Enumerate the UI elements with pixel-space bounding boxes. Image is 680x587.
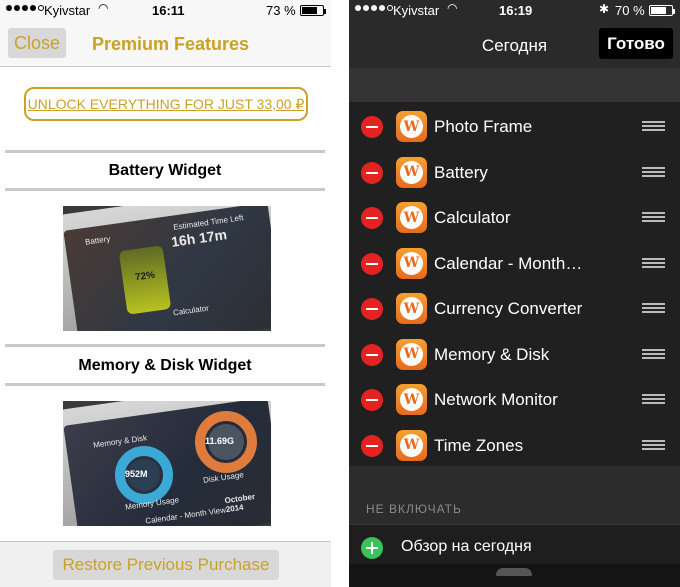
widget-row[interactable]: W Calendar - Month… xyxy=(349,241,680,287)
divider xyxy=(5,188,325,191)
battery-widget-preview-image: Battery Estimated Time Left 16h 17m 72% … xyxy=(63,206,271,331)
memory-disk-widget-title: Memory & Disk Widget xyxy=(78,357,252,374)
widgets-app-icon: W xyxy=(396,202,427,233)
widgets-app-icon: W xyxy=(396,293,427,324)
status-bar: Kyivstar ◠ 16:11 73 % xyxy=(0,0,331,22)
reorder-handle-icon[interactable] xyxy=(642,303,665,314)
widget-row[interactable]: W Currency Converter xyxy=(349,286,680,332)
widgets-app-icon: W xyxy=(396,247,427,279)
minus-circle-icon[interactable] xyxy=(361,116,383,138)
navigation-bar: Сегодня Готово xyxy=(349,22,680,68)
widget-row-label: Memory & Disk xyxy=(434,344,550,364)
widget-row-label: Photo Frame xyxy=(434,117,533,136)
clock: 16:19 xyxy=(499,3,533,18)
signal-strength-icon xyxy=(6,5,44,11)
wifi-icon: ◠ xyxy=(98,1,109,15)
widget-row[interactable]: W Network Monitor xyxy=(349,377,680,423)
notification-center-grabber[interactable] xyxy=(349,564,680,587)
done-button[interactable]: Готово xyxy=(599,28,673,59)
widget-row[interactable]: W Battery xyxy=(349,150,680,196)
status-bar: Kyivstar ◠ 16:19 ✱ 70 % xyxy=(349,0,680,22)
today-widgets-editor-screen: Kyivstar ◠ 16:19 ✱ 70 % Сегодня Готово W… xyxy=(349,0,680,587)
minus-circle-icon[interactable] xyxy=(361,389,383,411)
minus-circle-icon[interactable] xyxy=(361,161,383,184)
overview-label: Обзор на сегодня xyxy=(401,538,532,555)
widget-row[interactable]: W Calculator xyxy=(349,195,680,241)
list-item[interactable]: Обзор на сегодня xyxy=(349,524,680,564)
reorder-handle-icon[interactable] xyxy=(642,212,665,223)
widget-row-label: Calendar - Month… xyxy=(434,253,583,273)
widgets-app-icon: W xyxy=(396,429,427,461)
minus-circle-icon[interactable] xyxy=(361,343,383,366)
divider xyxy=(5,150,325,153)
footer-bar: Restore Previous Purchase xyxy=(0,541,331,587)
battery-icon xyxy=(300,5,326,16)
battery-icon xyxy=(649,5,675,16)
unlock-everything-button[interactable]: UNLOCK EVERYTHING FOR JUST 33,00 ₽ xyxy=(24,87,308,121)
wifi-icon: ◠ xyxy=(447,1,458,15)
reorder-handle-icon[interactable] xyxy=(642,394,665,405)
bluetooth-icon: ✱ xyxy=(599,2,610,16)
widgets-app-icon: W xyxy=(396,384,427,415)
reorder-handle-icon[interactable] xyxy=(642,348,665,360)
reorder-handle-icon[interactable] xyxy=(642,257,665,269)
carrier-label: Kyivstar xyxy=(44,3,91,18)
reorder-handle-icon[interactable] xyxy=(642,166,665,178)
battery-percent: 73 % xyxy=(266,3,296,18)
widgets-app-icon: W xyxy=(396,156,427,188)
chevron-up-icon[interactable] xyxy=(496,568,532,576)
list-spacer xyxy=(349,68,680,102)
section-title: НЕ ВКЛЮЧАТЬ xyxy=(366,502,462,516)
widget-row-label: Time Zones xyxy=(434,435,524,455)
premium-features-screen: Kyivstar ◠ 16:11 73 % Close Premium Feat… xyxy=(0,0,331,587)
widget-row-label: Network Monitor xyxy=(434,390,558,409)
signal-strength-icon xyxy=(355,5,393,11)
excluded-section-header: НЕ ВКЛЮЧАТЬ xyxy=(349,466,680,524)
widget-row-label: Battery xyxy=(434,162,488,182)
plus-circle-icon[interactable] xyxy=(361,537,383,559)
minus-circle-icon[interactable] xyxy=(361,252,383,275)
close-button[interactable]: Close xyxy=(8,28,66,58)
reorder-handle-icon[interactable] xyxy=(642,121,665,132)
divider xyxy=(5,344,325,347)
page-title: Premium Features xyxy=(92,34,250,54)
widget-row[interactable]: W Time Zones xyxy=(349,423,680,469)
widget-row-label: Currency Converter xyxy=(434,299,583,318)
restore-purchase-button[interactable]: Restore Previous Purchase xyxy=(53,550,279,580)
widget-row[interactable]: W Memory & Disk xyxy=(349,332,680,378)
battery-widget-title: Battery Widget xyxy=(108,162,222,179)
divider xyxy=(5,383,325,386)
screenshot-gutter xyxy=(331,0,349,587)
minus-circle-icon[interactable] xyxy=(361,207,383,229)
carrier-label: Kyivstar xyxy=(393,3,440,18)
widget-row[interactable]: W Photo Frame xyxy=(349,104,680,150)
widgets-app-icon: W xyxy=(396,111,427,142)
minus-circle-icon[interactable] xyxy=(361,298,383,320)
minus-circle-icon[interactable] xyxy=(361,434,383,457)
widgets-app-icon: W xyxy=(396,338,427,370)
reorder-handle-icon[interactable] xyxy=(642,439,665,451)
clock: 16:11 xyxy=(152,3,185,18)
navigation-bar: Close Premium Features xyxy=(0,22,331,67)
included-widgets-list: W Photo Frame W Battery W Calculator W Calendar… xyxy=(349,102,680,466)
battery-percent: 70 % xyxy=(615,3,645,18)
memory-used-value: 952M xyxy=(125,469,148,479)
memory-disk-widget-preview-image: Memory & Disk 952M 11.69G Memory Usage D… xyxy=(63,401,271,526)
disk-used-value: 11.69G xyxy=(205,436,235,446)
widget-row-label: Calculator xyxy=(434,208,511,227)
